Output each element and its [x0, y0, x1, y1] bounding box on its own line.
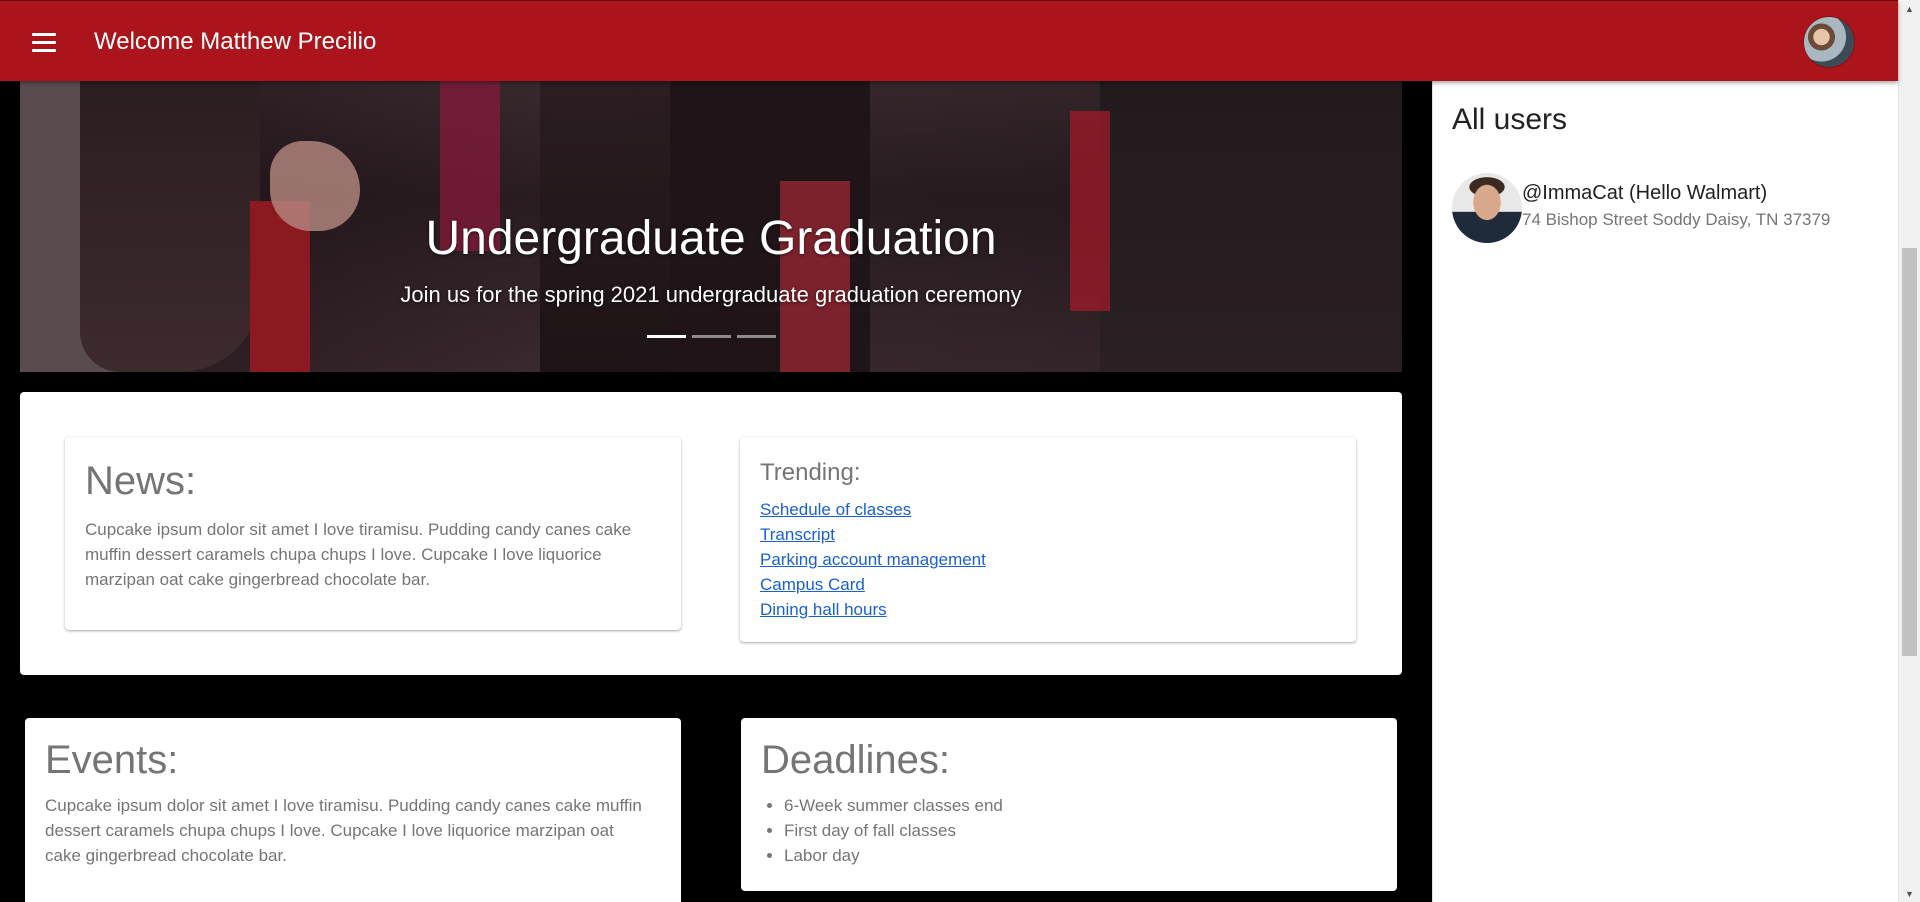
- deadlines-list: 6-Week summer classes end First day of f…: [761, 793, 1003, 868]
- trending-link-schedule[interactable]: Schedule of classes: [760, 497, 986, 522]
- user-name: @ImmaCat (Hello Walmart): [1522, 182, 1768, 204]
- news-body: Cupcake ipsum dolor sit amet I love tira…: [85, 520, 632, 589]
- app-bar: Welcome Matthew Precilio: [0, 0, 1898, 81]
- news-title: News:: [85, 459, 197, 503]
- user-list-item[interactable]: @ImmaCat (Hello Walmart) 74 Bishop Stree…: [1452, 173, 1882, 243]
- carousel-indicator-2[interactable]: [692, 335, 731, 338]
- scrollbar-thumb[interactable]: [1902, 248, 1917, 656]
- trending-link-transcript[interactable]: Transcript: [760, 522, 986, 547]
- user-address: 74 Bishop Street Soddy Daisy, TN 37379: [1522, 210, 1831, 229]
- hamburger-menu-icon[interactable]: [26, 25, 62, 59]
- deadlines-card: Deadlines: 6-Week summer classes end Fir…: [741, 718, 1397, 891]
- trending-link-campus-card[interactable]: Campus Card: [760, 572, 986, 597]
- page-scrollbar[interactable]: ▲ ▼: [1898, 0, 1920, 902]
- news-trending-panel: News: Cupcake ipsum dolor sit amet I lov…: [20, 392, 1402, 675]
- carousel: Undergraduate Graduation Join us for the…: [20, 81, 1402, 372]
- list-item: 6-Week summer classes end: [784, 793, 1003, 818]
- user-avatar: [1452, 173, 1522, 243]
- carousel-indicator-3[interactable]: [737, 335, 776, 338]
- trending-links: Schedule of classes Transcript Parking a…: [760, 497, 986, 622]
- events-title: Events:: [45, 738, 179, 782]
- page-title: Welcome Matthew Precilio: [94, 28, 377, 55]
- events-body: Cupcake ipsum dolor sit amet I love tira…: [45, 796, 642, 865]
- trending-link-parking[interactable]: Parking account management: [760, 547, 986, 572]
- list-item: Labor day: [784, 843, 1003, 868]
- trending-title: Trending:: [760, 459, 861, 486]
- carousel-subtitle: Join us for the spring 2021 undergraduat…: [400, 282, 1022, 307]
- carousel-title: Undergraduate Graduation: [425, 212, 997, 265]
- list-item: First day of fall classes: [784, 818, 1003, 843]
- carousel-indicators: [647, 335, 776, 338]
- main-content: Undergraduate Graduation Join us for the…: [0, 81, 1432, 902]
- profile-avatar[interactable]: [1803, 16, 1855, 68]
- events-card: Events: Cupcake ipsum dolor sit amet I l…: [25, 718, 681, 902]
- scroll-up-arrow-icon[interactable]: ▲: [1899, 0, 1920, 17]
- deadlines-title: Deadlines:: [761, 738, 951, 782]
- users-sidebar: All users @ImmaCat (Hello Walmart) 74 Bi…: [1432, 81, 1898, 902]
- carousel-indicator-1[interactable]: [647, 335, 686, 338]
- scroll-down-arrow-icon[interactable]: ▼: [1899, 885, 1920, 902]
- sidebar-title: All users: [1452, 103, 1568, 136]
- news-card: News: Cupcake ipsum dolor sit amet I lov…: [65, 437, 681, 630]
- trending-link-dining[interactable]: Dining hall hours: [760, 597, 986, 622]
- trending-card: Trending: Schedule of classes Transcript…: [740, 437, 1356, 642]
